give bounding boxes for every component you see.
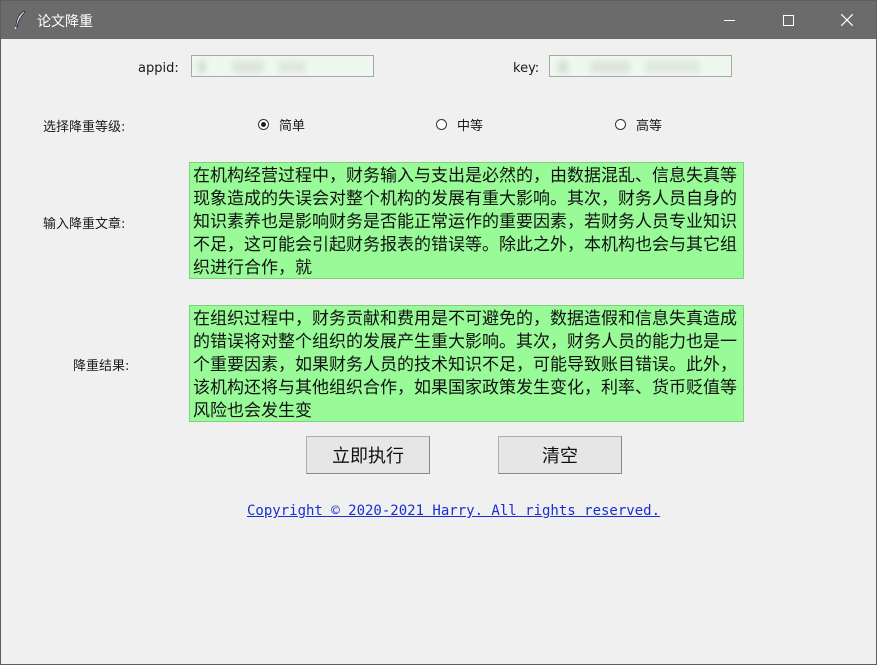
execute-button[interactable]: 立即执行 (306, 436, 430, 474)
radio-medium-label: 中等 (457, 119, 484, 134)
minimize-button[interactable] (706, 1, 752, 39)
key-redacted (645, 61, 700, 73)
radio-indicator (615, 119, 626, 130)
appid-redacted (198, 61, 206, 73)
title-bar[interactable]: 论文降重 (1, 1, 876, 39)
window-title: 论文降重 (37, 14, 93, 30)
appid-redacted (232, 61, 264, 73)
radio-indicator (436, 119, 447, 130)
input-textarea[interactable]: 在机构经营过程中，财务输入与支出是必然的，由数据混乱、信息失真等现象造成的失误会… (189, 162, 744, 279)
appid-label: appid: (138, 61, 179, 76)
radio-hard[interactable]: 高等 (615, 115, 662, 134)
radio-indicator (258, 119, 269, 130)
input-label: 输入降重文章: (43, 217, 126, 232)
clear-button[interactable]: 清空 (498, 436, 622, 474)
close-button[interactable] (824, 1, 870, 39)
level-label: 选择降重等级: (43, 120, 126, 135)
result-textarea[interactable]: 在组织过程中，财务贡献和费用是不可避免的，数据造假和信息失真造成的错误将对整个组… (189, 305, 744, 422)
radio-medium[interactable]: 中等 (436, 115, 483, 134)
radio-simple-label: 简单 (279, 119, 306, 134)
key-label: key: (513, 61, 540, 76)
copyright-link[interactable]: Copyright © 2020-2021 Harry. All rights … (247, 503, 660, 519)
key-input[interactable] (549, 55, 732, 77)
key-redacted (590, 61, 630, 73)
key-redacted (558, 61, 568, 73)
minimize-icon (723, 19, 735, 21)
radio-simple[interactable]: 简单 (258, 115, 305, 134)
appid-redacted (278, 61, 306, 73)
maximize-icon (782, 14, 794, 26)
close-icon (841, 14, 853, 26)
app-window: 论文降重 appid: key: 选择降重等级: 简单 中等 高等 输入降重文章… (0, 0, 877, 665)
appid-input[interactable] (191, 55, 374, 77)
maximize-button[interactable] (765, 1, 811, 39)
radio-hard-label: 高等 (636, 119, 663, 134)
feather-icon (14, 10, 26, 30)
result-label: 降重结果: (73, 359, 130, 374)
